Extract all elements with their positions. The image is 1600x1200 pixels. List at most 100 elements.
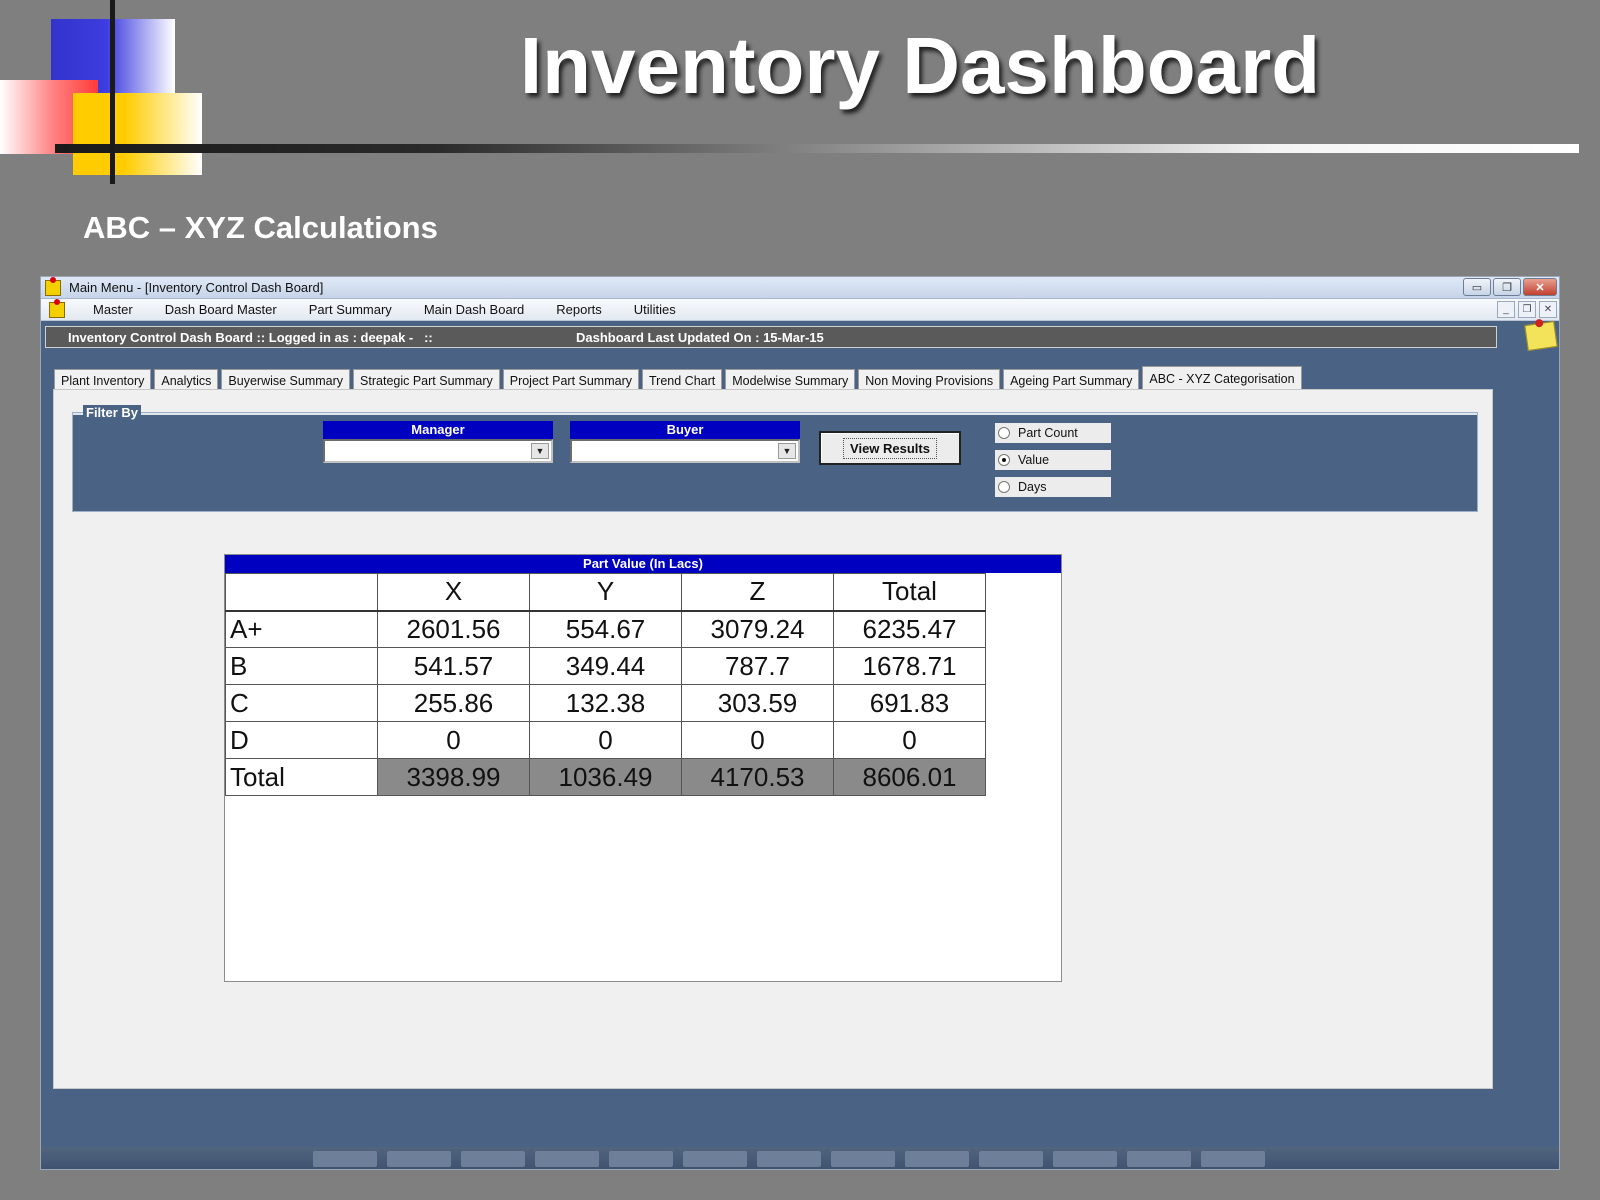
taskbar-button[interactable] [979, 1151, 1043, 1167]
view-results-button[interactable]: View Results [819, 431, 961, 465]
manager-label: Manager [323, 421, 553, 439]
tab-non-moving-provisions[interactable]: Non Moving Provisions [858, 369, 1001, 391]
table-row[interactable]: B 541.57 349.44 787.7 1678.71 [225, 647, 986, 685]
menu-item-utilities[interactable]: Utilities [618, 302, 692, 317]
menu-item-master[interactable]: Master [77, 302, 149, 317]
table-cell[interactable]: 8606.01 [833, 758, 986, 796]
taskbar-button[interactable] [1053, 1151, 1117, 1167]
table-cell[interactable]: 1036.49 [529, 758, 682, 796]
mdi-close-button[interactable]: ✕ [1539, 301, 1557, 318]
table-cell[interactable]: 349.44 [529, 647, 682, 685]
table-cell[interactable]: 0 [681, 721, 834, 759]
taskbar-button[interactable] [609, 1151, 673, 1167]
abc-xyz-table: X Y Z Total A+ 2601.56 554.67 3079.24 62… [225, 573, 986, 796]
option-part-count[interactable]: Part Count [995, 423, 1111, 443]
table-cell[interactable]: 303.59 [681, 684, 834, 722]
menu-item-main-dash-board[interactable]: Main Dash Board [408, 302, 540, 317]
table-cell[interactable]: 0 [833, 721, 986, 759]
table-row[interactable]: A+ 2601.56 554.67 3079.24 6235.47 [225, 610, 986, 648]
buyer-filter: Buyer ▼ [570, 421, 800, 463]
tab-ageing-part-summary[interactable]: Ageing Part Summary [1003, 369, 1140, 391]
slide-title: Inventory Dashboard [519, 21, 1321, 110]
window-controls: ▭ ❐ ✕ [1463, 278, 1557, 296]
tab-trend-chart[interactable]: Trend Chart [642, 369, 723, 391]
manager-filter: Manager ▼ [323, 421, 553, 463]
table-cell[interactable]: 0 [529, 721, 682, 759]
mdi-restore-button[interactable]: ❐ [1518, 301, 1536, 318]
app-icon [45, 277, 61, 296]
taskbar-button[interactable] [905, 1151, 969, 1167]
tab-content-panel: Filter By Manager ▼ Buyer ▼ View Results [53, 389, 1493, 1089]
menu-item-part-summary[interactable]: Part Summary [293, 302, 408, 317]
chevron-down-icon[interactable]: ▼ [778, 443, 796, 459]
buyer-select[interactable]: ▼ [570, 439, 800, 463]
taskbar [41, 1147, 1559, 1169]
mdi-minimize-button[interactable]: _ [1497, 301, 1515, 318]
table-cell[interactable]: 787.7 [681, 647, 834, 685]
days-radio[interactable] [998, 481, 1010, 493]
close-button[interactable]: ✕ [1523, 278, 1557, 296]
table-cell[interactable]: 554.67 [529, 610, 682, 648]
table-cell[interactable]: 132.38 [529, 684, 682, 722]
tab-project-part-summary[interactable]: Project Part Summary [502, 369, 639, 391]
decor-yellow-square [73, 93, 202, 175]
table-cell[interactable]: 1678.71 [833, 647, 986, 685]
table-row[interactable]: D 0 0 0 0 [225, 721, 986, 759]
tab-plant-inventory[interactable]: Plant Inventory [54, 369, 152, 391]
tab-buyerwise-summary[interactable]: Buyerwise Summary [221, 369, 351, 391]
menu-app-icon[interactable] [49, 298, 65, 318]
login-status: Inventory Control Dash Board :: Logged i… [68, 329, 433, 345]
table-cell[interactable]: 3398.99 [377, 758, 530, 796]
buyer-label: Buyer [570, 421, 800, 439]
taskbar-button[interactable] [831, 1151, 895, 1167]
tab-strategic-part-summary[interactable]: Strategic Part Summary [353, 369, 500, 391]
decor-horizontal-line [55, 144, 1579, 153]
slide-subtitle: ABC – XYZ Calculations [83, 210, 438, 245]
minimize-button[interactable]: ▭ [1463, 278, 1491, 296]
table-header-row: X Y Z Total [225, 573, 986, 612]
taskbar-button[interactable] [313, 1151, 377, 1167]
manager-select[interactable]: ▼ [323, 439, 553, 463]
filter-group-border [73, 413, 1477, 417]
session-status-bar: Inventory Control Dash Board :: Logged i… [45, 326, 1497, 348]
taskbar-button[interactable] [683, 1151, 747, 1167]
table-cell[interactable]: 541.57 [377, 647, 530, 685]
taskbar-button[interactable] [757, 1151, 821, 1167]
tab-modelwise-summary[interactable]: Modelwise Summary [725, 369, 856, 391]
table-cell[interactable]: 255.86 [377, 684, 530, 722]
part-count-label: Part Count [1018, 426, 1078, 440]
option-value[interactable]: Value [995, 450, 1111, 470]
restore-button[interactable]: ❐ [1493, 278, 1521, 296]
tab-abc-xyz-categorisation[interactable]: ABC - XYZ Categorisation [1142, 366, 1302, 391]
table-total-row[interactable]: Total 3398.99 1036.49 4170.53 8606.01 [225, 758, 986, 796]
sticky-note-icon[interactable] [1524, 321, 1558, 351]
taskbar-button[interactable] [535, 1151, 599, 1167]
table-cell[interactable]: 3079.24 [681, 610, 834, 648]
table-cell[interactable]: 2601.56 [377, 610, 530, 648]
window-titlebar[interactable]: Main Menu - [Inventory Control Dash Boar… [41, 277, 1559, 299]
part-count-radio[interactable] [998, 427, 1010, 439]
row-label: A+ [225, 610, 378, 648]
chevron-down-icon[interactable]: ▼ [531, 443, 549, 459]
option-days[interactable]: Days [995, 477, 1111, 497]
tab-analytics[interactable]: Analytics [154, 369, 219, 391]
table-cell[interactable]: 6235.47 [833, 610, 986, 648]
taskbar-button[interactable] [387, 1151, 451, 1167]
grid-title: Part Value (In Lacs) [225, 555, 1061, 573]
taskbar-button[interactable] [461, 1151, 525, 1167]
table-cell[interactable]: 0 [377, 721, 530, 759]
table-cell[interactable]: 4170.53 [681, 758, 834, 796]
row-label: C [225, 684, 378, 722]
table-row[interactable]: C 255.86 132.38 303.59 691.83 [225, 684, 986, 722]
menu-item-dash-board-master[interactable]: Dash Board Master [149, 302, 293, 317]
taskbar-button[interactable] [1127, 1151, 1191, 1167]
value-radio[interactable] [998, 454, 1010, 466]
table-cell[interactable]: 691.83 [833, 684, 986, 722]
menu-bar: Master Dash Board Master Part Summary Ma… [41, 298, 1559, 321]
column-header: Y [529, 573, 682, 612]
taskbar-button[interactable] [1201, 1151, 1265, 1167]
column-header: X [377, 573, 530, 612]
menu-item-reports[interactable]: Reports [540, 302, 618, 317]
filter-group: Filter By Manager ▼ Buyer ▼ View Results [72, 405, 1478, 512]
row-label: D [225, 721, 378, 759]
